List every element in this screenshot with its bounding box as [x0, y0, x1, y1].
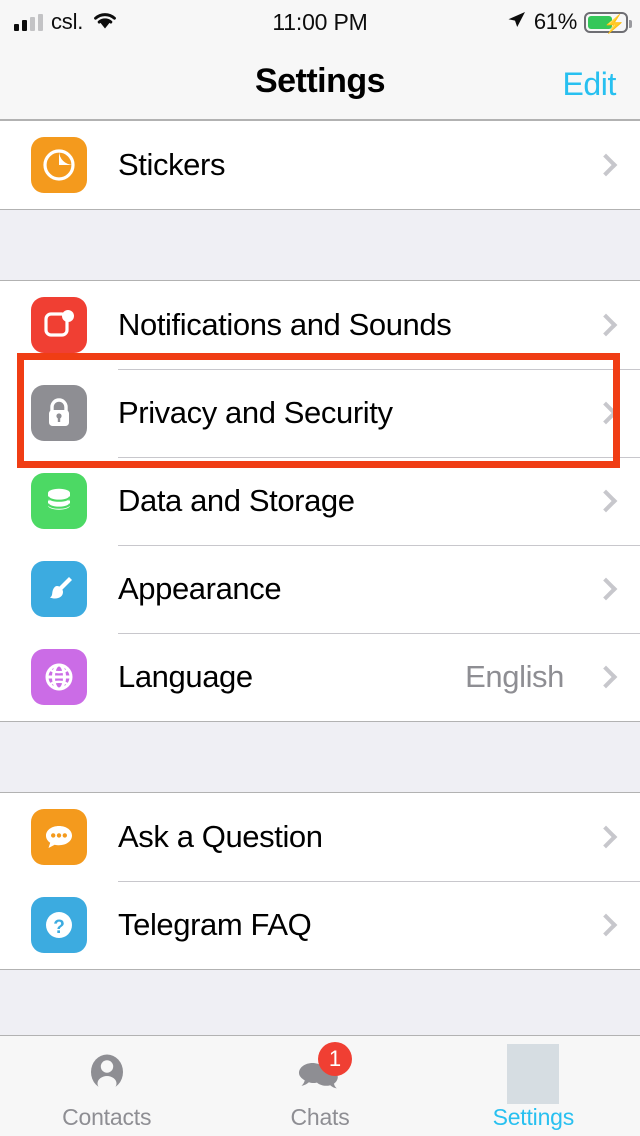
- charging-bolt-icon: ⚡: [603, 13, 626, 34]
- chats-badge: 1: [317, 1042, 352, 1076]
- stickers-icon: [31, 137, 87, 193]
- status-bar-right: 61% ⚡: [505, 9, 632, 36]
- tab-label: Settings: [492, 1104, 575, 1130]
- status-bar: csl. 11:00 PM 61% ⚡: [0, 0, 640, 44]
- settings-row-label: Ask a Question: [118, 819, 323, 854]
- settings-group-main: Notifications and Sounds Privacy and Sec…: [0, 280, 640, 722]
- question-mark-icon: ?: [31, 897, 87, 953]
- settings-row-stickers[interactable]: Stickers: [0, 121, 640, 209]
- navigation-bar: Settings Edit: [0, 44, 640, 120]
- settings-row-notifications[interactable]: Notifications and Sounds: [0, 281, 640, 369]
- settings-row-appearance[interactable]: Appearance: [0, 545, 640, 633]
- settings-row-label: Data and Storage: [118, 483, 355, 518]
- database-icon: [31, 473, 87, 529]
- chevron-right-icon: [594, 577, 618, 601]
- settings-row-data-and-storage[interactable]: Data and Storage: [0, 457, 640, 545]
- settings-row-label: Privacy and Security: [118, 395, 393, 430]
- paintbrush-icon: [31, 561, 87, 617]
- settings-row-label: Language: [118, 659, 253, 694]
- settings-row-ask-a-question[interactable]: Ask a Question: [0, 793, 640, 881]
- chevron-right-icon: [594, 825, 618, 849]
- chevron-right-icon: [594, 913, 618, 937]
- settings-group-stickers: Stickers: [0, 120, 640, 210]
- tab-chats[interactable]: 1 Chats: [213, 1036, 426, 1136]
- chevron-right-icon: [594, 153, 618, 177]
- settings-row-label: Telegram FAQ: [118, 907, 312, 942]
- settings-row-telegram-faq[interactable]: ? Telegram FAQ: [0, 881, 640, 969]
- settings-row-label: Stickers: [118, 147, 226, 182]
- page-title: Settings: [254, 62, 386, 100]
- settings-row-label: Appearance: [118, 571, 282, 606]
- person-icon: [79, 1046, 135, 1102]
- location-arrow-icon: [505, 9, 527, 36]
- group-separator-3: [0, 970, 640, 1040]
- battery-percent-label: 61%: [533, 9, 577, 34]
- settings-row-label: Notifications and Sounds: [118, 307, 452, 342]
- settings-placeholder-icon: [505, 1044, 561, 1104]
- battery-icon: ⚡: [584, 11, 632, 34]
- chevron-right-icon: [594, 665, 618, 689]
- lock-icon: [31, 385, 87, 441]
- group-separator-1: [0, 210, 640, 280]
- chevron-right-icon: [594, 401, 618, 425]
- chevron-right-icon: [594, 489, 618, 513]
- settings-list[interactable]: Stickers Notifications and Sounds Privac…: [0, 120, 640, 1040]
- chevron-right-icon: [594, 313, 618, 337]
- chats-icon: 1: [292, 1042, 352, 1102]
- svg-text:?: ?: [53, 917, 65, 938]
- settings-row-privacy-and-security[interactable]: Privacy and Security: [0, 369, 640, 457]
- globe-icon: [31, 649, 87, 705]
- settings-row-value: English: [465, 659, 564, 694]
- tab-label: Chats: [290, 1104, 350, 1130]
- tab-settings[interactable]: Settings: [427, 1036, 640, 1136]
- phone-screen: csl. 11:00 PM 61% ⚡ Settings Edit Sticke…: [0, 0, 640, 1136]
- notifications-icon: [31, 297, 87, 353]
- settings-group-help: Ask a Question ? Telegram FAQ: [0, 792, 640, 970]
- chat-bubble-icon: [31, 809, 87, 865]
- settings-row-language[interactable]: Language English: [0, 633, 640, 721]
- tab-bar[interactable]: Contacts 1 Chats Settings: [0, 1035, 640, 1136]
- edit-button[interactable]: Edit: [562, 66, 616, 103]
- tab-contacts[interactable]: Contacts: [0, 1036, 213, 1136]
- tab-label: Contacts: [62, 1104, 152, 1130]
- group-separator-2: [0, 722, 640, 792]
